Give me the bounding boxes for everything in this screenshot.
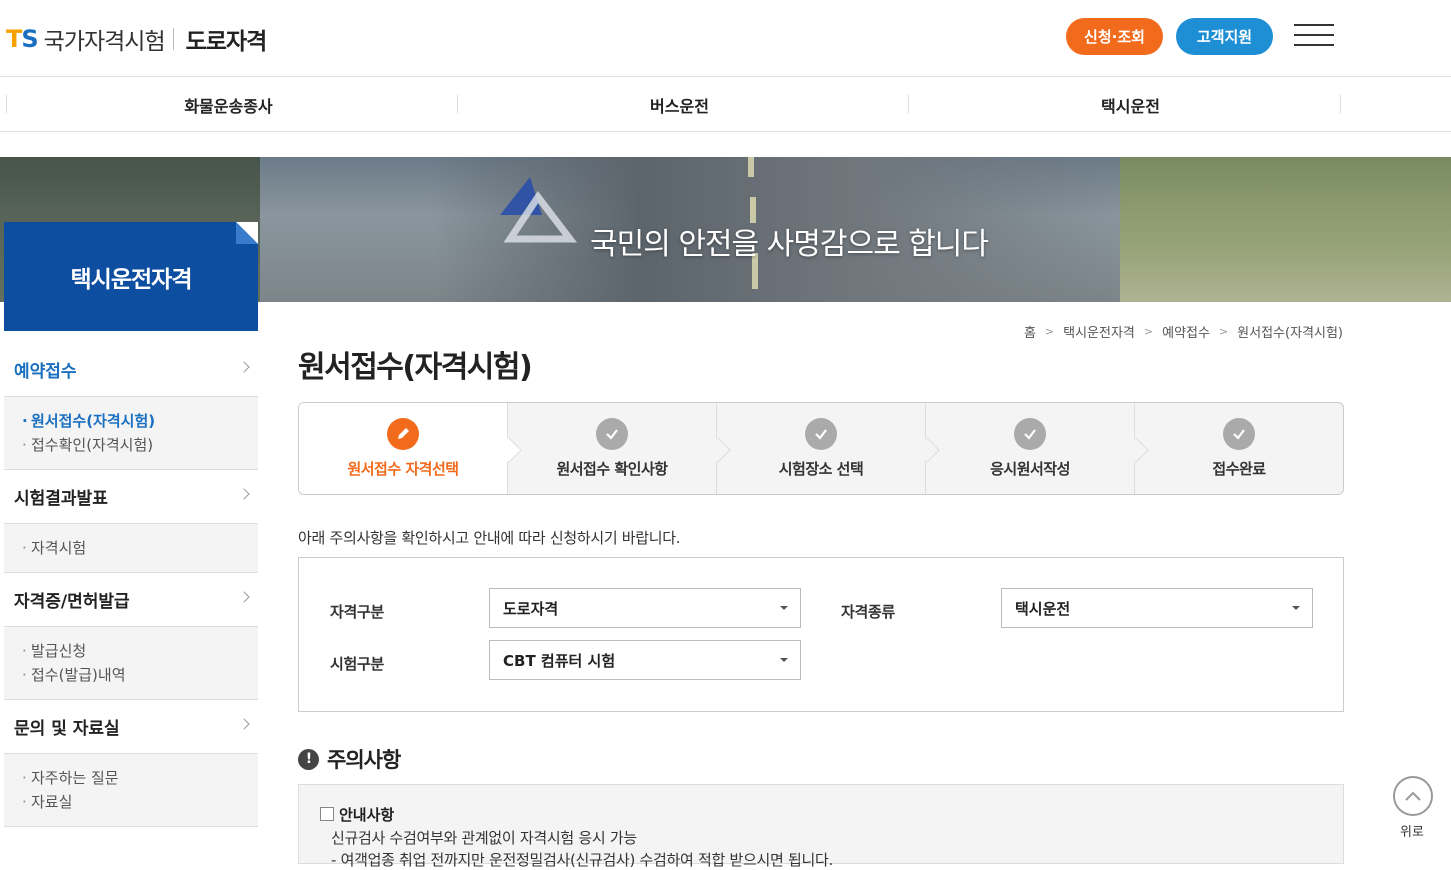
hamburger-icon[interactable]: [1294, 22, 1334, 48]
step-indicator: 원서접수 자격선택 원서접수 확인사항 시험장소 선택 응시원서작성 접수완료: [298, 402, 1344, 495]
sidebar-group-results[interactable]: 시험결과발표: [4, 470, 258, 524]
breadcrumb-item[interactable]: 예약접수: [1162, 322, 1210, 341]
step-form-write: 응시원서작성: [925, 403, 1149, 494]
customer-support-button[interactable]: 고객지원: [1176, 18, 1273, 55]
sidebar-group-label: 문의 및 자료실: [14, 719, 120, 739]
step-label: 접수완료: [1212, 460, 1266, 478]
sidebar-submenu: 자격시험: [4, 524, 258, 573]
check-icon: [1014, 418, 1046, 450]
chevron-right-icon: >: [1044, 325, 1055, 338]
breadcrumb: 홈 > 택시운전자격 > 예약접수 > 원서접수(자격시험): [1024, 322, 1343, 341]
sidebar-item-archive[interactable]: 자료실: [22, 790, 258, 814]
notice-title: 주의사항: [327, 748, 401, 772]
step-qualification-select: 원서접수 자격선택: [299, 403, 522, 494]
breadcrumb-home[interactable]: 홈: [1024, 322, 1036, 341]
notice-text: 신규검사 수검여부와 관계없이 자격시험 응시 가능: [331, 829, 637, 847]
chevron-right-icon: [238, 361, 250, 373]
sidebar-group-inquiry[interactable]: 문의 및 자료실: [4, 700, 258, 754]
exam-select[interactable]: CBT 컴퓨터 시험: [489, 640, 801, 680]
sidebar-item-issue-history[interactable]: 접수(발급)내역: [22, 663, 258, 687]
sidebar-item-exam-result[interactable]: 자격시험: [22, 536, 258, 560]
chevron-right-icon: [238, 591, 250, 603]
logo-subtitle: 도로자격: [185, 29, 268, 55]
step-label: 응시원서작성: [990, 460, 1070, 478]
page-title: 원서접수(자격시험): [298, 350, 533, 385]
ts-logo-mark: TS: [6, 25, 39, 53]
sidebar-menu: 예약접수 원서접수(자격시험) 접수확인(자격시험) 시험결과발표 자격시험 자…: [4, 343, 258, 827]
guide-text: 아래 주의사항을 확인하시고 안내에 따라 신청하시기 바랍니다.: [298, 529, 681, 547]
step-application-confirm: 원서접수 확인사항: [507, 403, 731, 494]
notice-heading: ! 주의사항: [298, 744, 401, 774]
sidebar-submenu: 원서접수(자격시험) 접수확인(자격시험): [4, 397, 258, 470]
category-value: 도로자격: [503, 599, 559, 618]
scroll-top-label: 위로: [1400, 825, 1424, 840]
notice-box: 안내사항 신규검사 수검여부와 관계없이 자격시험 응시 가능 - 여객업종 취…: [298, 784, 1344, 869]
road-marking: [748, 157, 754, 177]
chevron-right-icon: [238, 718, 250, 730]
sidebar-submenu: 자주하는 질문 자료실: [4, 754, 258, 827]
nav-item-cargo[interactable]: 화물운송종사: [6, 77, 451, 132]
step-complete: 접수완료: [1134, 403, 1343, 494]
check-icon: [596, 418, 628, 450]
site-header: TS 국가자격시험 도로자격 신청·조회 고객지원: [0, 0, 1451, 77]
sidebar-group-label: 예약접수: [14, 362, 77, 382]
category-select[interactable]: 도로자격: [489, 588, 801, 628]
chevron-right-icon: [238, 488, 250, 500]
scroll-top-button[interactable]: [1393, 776, 1433, 816]
pencil-icon: [387, 418, 419, 450]
breadcrumb-item[interactable]: 택시운전자격: [1063, 322, 1135, 341]
sidebar-item-application-check[interactable]: 접수확인(자격시험): [22, 433, 258, 457]
caret-down-icon: [1292, 606, 1300, 610]
type-select[interactable]: 택시운전: [1001, 588, 1313, 628]
notice-text: - 여객업종 취업 전까지만 운전정밀검사(신규검사) 수검하여 적합 받으시면…: [331, 851, 833, 869]
sidebar-group-license[interactable]: 자격증/면허발급: [4, 573, 258, 627]
chevron-right-icon: >: [1143, 325, 1154, 338]
sidebar-group-reservation[interactable]: 예약접수: [4, 343, 258, 397]
sidebar-group-label: 시험결과발표: [14, 489, 108, 509]
step-label: 시험장소 선택: [778, 460, 864, 478]
exam-label: 시험구분: [330, 655, 385, 673]
check-icon: [805, 418, 837, 450]
main-nav: 화물운송종사 버스운전 택시운전: [0, 77, 1451, 132]
nav-divider: [1340, 95, 1341, 113]
chevron-right-icon: >: [1218, 325, 1229, 338]
sidebar-submenu: 발급신청 접수(발급)내역: [4, 627, 258, 700]
sidebar-title-corner-fold: [236, 222, 258, 244]
notice-checkbox[interactable]: [320, 807, 334, 821]
sidebar-item-issue-request[interactable]: 발급신청: [22, 639, 258, 663]
chevron-up-icon: [1405, 791, 1421, 801]
sidebar-group-label: 자격증/면허발급: [14, 592, 130, 612]
apply-lookup-button[interactable]: 신청·조회: [1066, 18, 1163, 55]
qualification-form: 자격구분 도로자격 자격종류 택시운전 시험구분 CBT 컴퓨터 시험: [298, 557, 1344, 712]
nav-item-bus[interactable]: 버스운전: [457, 77, 902, 132]
step-label: 원서접수 자격선택: [347, 460, 459, 478]
sidebar-item-faq[interactable]: 자주하는 질문: [22, 766, 258, 790]
check-icon: [1223, 418, 1255, 450]
caret-down-icon: [780, 658, 788, 662]
caret-down-icon: [780, 606, 788, 610]
exam-value: CBT 컴퓨터 시험: [503, 651, 616, 670]
type-value: 택시운전: [1015, 599, 1071, 618]
site-logo[interactable]: TS 국가자격시험 도로자격: [6, 22, 268, 56]
sidebar-item-application[interactable]: 원서접수(자격시험): [22, 409, 258, 433]
category-label: 자격구분: [330, 603, 385, 621]
nav-item-taxi[interactable]: 택시운전: [908, 77, 1353, 132]
logo-divider: [172, 28, 174, 50]
banner-slogan: 국민의 안전을 사명감으로 합니다: [590, 227, 989, 262]
banner-right-field: [1120, 157, 1451, 302]
exclamation-icon: !: [298, 748, 319, 770]
notice-head: 안내사항: [339, 806, 395, 824]
type-label: 자격종류: [841, 603, 896, 621]
step-venue-select: 시험장소 선택: [716, 403, 940, 494]
sidebar-title: 택시운전자격: [4, 222, 258, 331]
triangle-emblem-icon: [500, 177, 578, 243]
breadcrumb-current: 원서접수(자격시험): [1237, 326, 1343, 341]
logo-title: 국가자격시험: [43, 29, 166, 55]
step-label: 원서접수 확인사항: [556, 460, 668, 478]
